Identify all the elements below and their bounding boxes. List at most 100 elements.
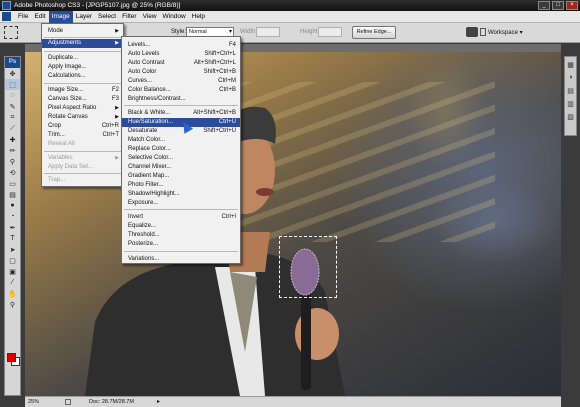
adjustments-menu-item-replace-color[interactable]: Replace Color... [122,145,240,154]
width-field[interactable] [256,27,280,37]
menu-view[interactable]: View [140,11,160,23]
pen-tool-icon[interactable]: ✒ [5,222,20,233]
status-menu-arrow-icon[interactable]: ▸ [157,397,160,407]
adjustments-menu-item-threshold[interactable]: Threshold... [122,231,240,240]
menu-item-shortcut: F4 [228,42,236,48]
menu-layer[interactable]: Layer [73,11,95,23]
layers-panel-icon[interactable]: ▥ [565,98,576,109]
menu-item-shortcut: F3 [111,96,119,102]
menu-item-label: Apply Data Set... [48,164,94,170]
adjustments-menu-item-levels[interactable]: Levels... F4 [122,41,240,50]
zoom-tool-icon[interactable]: ⚲ [5,299,20,310]
menu-image[interactable]: Image [48,10,73,23]
workspace-menu[interactable]: Workspace ▾ [488,29,523,36]
channels-panel-icon[interactable]: ▧ [565,111,576,122]
lasso-tool-icon[interactable]: ◌ [5,90,20,101]
adjustments-menu-item-selective-color[interactable]: Selective Color... [122,154,240,163]
menu-separator [124,251,238,252]
image-menu-item-trim[interactable]: Trim... Ctrl+T [42,131,123,140]
gradient-tool-icon[interactable]: ▤ [5,189,20,200]
notes-tool-icon[interactable]: ▣ [5,266,20,277]
minimize-button[interactable]: _ [538,1,550,10]
eraser-tool-icon[interactable]: ▭ [5,178,20,189]
image-menu-item-mode[interactable]: Mode ▶ [42,27,123,36]
adjustments-menu-item-brightness-contrast[interactable]: Brightness/Contrast... [122,95,240,104]
adjustments-menu-item-auto-color[interactable]: Auto Color Shift+Ctrl+B [122,68,240,77]
marquee-selection[interactable] [279,236,337,298]
marquee-tool-icon[interactable]: ⬚ [5,79,20,90]
healing-brush-tool-icon[interactable]: ✚ [5,134,20,145]
adjustments-menu-item-curves[interactable]: Curves... Ctrl+M [122,77,240,86]
menu-item-shortcut: Alt+Shift+Ctrl+B [193,110,236,116]
adjustments-menu-item-gradient-map[interactable]: Gradient Map... [122,172,240,181]
hand-tool-icon[interactable]: ✋ [5,288,20,299]
color-panel-icon[interactable]: ◑ [565,72,576,83]
brush-tool-icon[interactable]: ✏ [5,145,20,156]
image-menu-item-image-size[interactable]: Image Size... F2 [42,86,123,95]
adjustments-menu-item-auto-contrast[interactable]: Auto Contrast Alt+Shift+Ctrl+L [122,59,240,68]
blur-tool-icon[interactable]: ● [5,200,20,211]
refine-edge-button[interactable]: Refine Edge... [352,26,396,39]
navigator-panel-icon[interactable]: ▦ [565,59,576,70]
image-menu-item-canvas-size[interactable]: Canvas Size... F3 [42,95,123,104]
quick-selection-tool-icon[interactable]: ✎ [5,101,20,112]
menu-item-label: Desaturate [128,128,158,134]
menu-item-label: Match Color... [128,137,166,143]
menu-item-label: Mode [48,28,64,34]
adjustments-menu-item-exposure[interactable]: Exposure... [122,199,240,208]
menu-file[interactable]: File [15,11,31,23]
menu-edit[interactable]: Edit [31,11,48,23]
submenu-arrow-icon: ▶ [115,105,119,111]
menu-item-label: Rotate Canvas [48,114,88,120]
image-menu-item-apply-image[interactable]: Apply Image... [42,63,123,72]
document-icon[interactable] [2,12,11,21]
image-menu-item-crop[interactable]: Crop Ctrl+R [42,122,123,131]
history-panel-icon[interactable]: ▤ [565,85,576,96]
menu-item-label: Curves... [128,78,153,84]
bridge-icon[interactable] [466,27,478,37]
menu-item-label: Channel Mixer... [128,164,172,170]
menu-item-label: Posterize... [128,241,159,247]
dodge-tool-icon[interactable]: ◔ [5,211,20,222]
menu-item-label: Replace Color... [128,146,171,152]
adjustments-menu-item-equalize[interactable]: Equalize... [122,222,240,231]
adjustments-menu-item-color-balance[interactable]: Color Balance... Ctrl+B [122,86,240,95]
adjustments-menu-item-invert[interactable]: Invert Ctrl+I [122,213,240,222]
path-selection-tool-icon[interactable]: ➤ [5,244,20,255]
history-brush-tool-icon[interactable]: ⟲ [5,167,20,178]
move-tool-icon[interactable]: ✥ [5,68,20,79]
menu-filter[interactable]: Filter [119,11,139,23]
image-menu-item-pixel-aspect-ratio[interactable]: Pixel Aspect Ratio ▶ [42,104,123,113]
height-field[interactable] [318,27,342,37]
foreground-color-swatch[interactable] [7,353,16,362]
menu-item-shortcut: Ctrl+T [102,132,120,138]
adjustments-menu-item-auto-levels[interactable]: Auto Levels Shift+Ctrl+L [122,50,240,59]
menu-select[interactable]: Select [95,11,119,23]
adjustments-menu-item-match-color[interactable]: Match Color... [122,136,240,145]
zoom-level[interactable]: 25% [28,397,39,407]
image-menu-item-apply-data-set: Apply Data Set... [42,163,123,172]
adjustments-menu-item-black-white[interactable]: Black & White... Alt+Shift+Ctrl+B [122,109,240,118]
image-menu-item-adjustments[interactable]: Adjustments ▶ [42,39,123,48]
crop-tool-icon[interactable]: ⌗ [5,112,20,123]
shape-tool-icon[interactable]: ▢ [5,255,20,266]
marquee-tool-preset-icon[interactable] [4,26,18,39]
image-menu-item-rotate-canvas[interactable]: Rotate Canvas ▶ [42,113,123,122]
adjustments-menu-item-posterize[interactable]: Posterize... [122,240,240,249]
eyedropper-tool-icon[interactable]: ⁄ [5,277,20,288]
adjustments-menu-item-variations[interactable]: Variations... [122,255,240,264]
photoshop-window: Adobe Photoshop CS3 - [JPGP5107.jpg @ 25… [0,0,580,407]
image-menu-item-calculations[interactable]: Calculations... [42,72,123,81]
adjustments-menu-item-channel-mixer[interactable]: Channel Mixer... [122,163,240,172]
menu-help[interactable]: Help [189,11,208,23]
slice-tool-icon[interactable]: ⟋ [5,123,20,134]
menu-window[interactable]: Window [160,11,189,23]
adjustments-menu-item-photo-filter[interactable]: Photo Filter... [122,181,240,190]
close-button[interactable]: × [566,1,578,10]
adjustments-menu-item-shadow-highlight[interactable]: Shadow/Highlight... [122,190,240,199]
clone-stamp-tool-icon[interactable]: ⚲ [5,156,20,167]
menu-item-label: Auto Levels [128,51,160,57]
image-menu-item-duplicate[interactable]: Duplicate... [42,54,123,63]
maximize-button[interactable]: □ [552,1,564,10]
type-tool-icon[interactable]: T [5,233,20,244]
